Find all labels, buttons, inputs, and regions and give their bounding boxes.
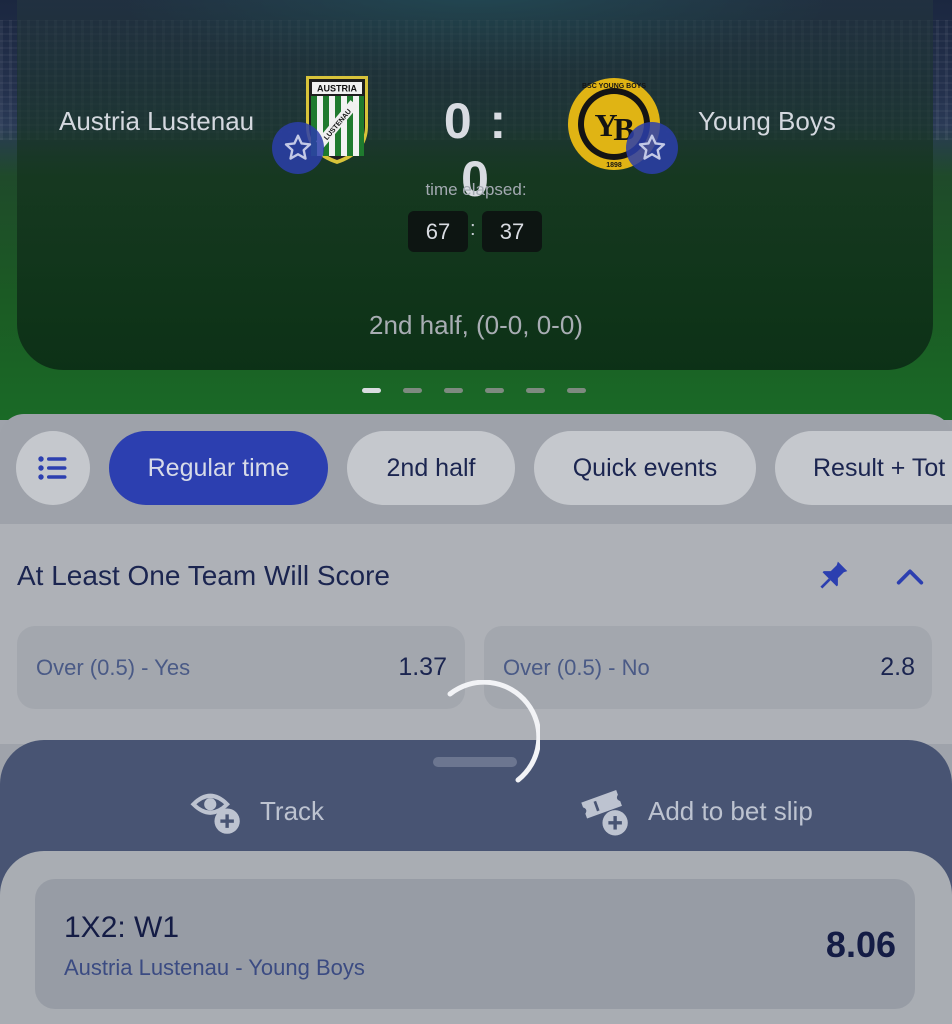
- tab-quick-events[interactable]: Quick events: [534, 431, 756, 505]
- tab-2nd-half[interactable]: 2nd half: [347, 431, 515, 505]
- favorite-home-button[interactable]: [272, 122, 324, 174]
- carousel-dot[interactable]: [567, 388, 586, 393]
- bet-match-name: Austria Lustenau - Young Boys: [64, 955, 365, 980]
- home-crest-text: AUSTRIA: [317, 84, 357, 94]
- bet-odd-value: 8.06: [825, 924, 896, 965]
- timer-separator: :: [470, 218, 476, 240]
- list-icon: [38, 456, 67, 480]
- favorite-away-button[interactable]: [626, 122, 678, 174]
- track-label: Track: [260, 795, 325, 826]
- market-title: At Least One Team Will Score: [17, 560, 390, 591]
- add-to-bet-slip-label: Add to bet slip: [648, 795, 813, 826]
- outcome-odd: 2.8: [880, 653, 915, 681]
- pin-icon[interactable]: [812, 557, 852, 597]
- outcome-label: Over (0.5) - Yes: [36, 655, 191, 680]
- carousel-dot[interactable]: [526, 388, 545, 393]
- star-icon: [284, 134, 312, 160]
- chevron-up-icon[interactable]: [893, 560, 927, 594]
- track-button[interactable]: Track: [190, 784, 324, 838]
- carousel-dot[interactable]: [362, 388, 381, 393]
- carousel-indicator: [362, 388, 586, 393]
- markets-menu-button[interactable]: [16, 431, 90, 505]
- carousel-dot[interactable]: [444, 388, 463, 393]
- spinner-icon: [447, 680, 540, 783]
- star-icon: [638, 134, 666, 160]
- carousel-dot[interactable]: [403, 388, 422, 393]
- away-crest-text: BSC YOUNG BOYS: [582, 83, 646, 90]
- outcome-label: Over (0.5) - No: [503, 655, 650, 680]
- ticket-plus-icon: [581, 789, 628, 836]
- tab-result-total[interactable]: Result + Tot: [775, 431, 952, 505]
- bet-market-title: 1X2: W1: [64, 911, 180, 944]
- add-to-bet-slip-button[interactable]: Add to bet slip: [578, 784, 813, 838]
- tab-regular-time[interactable]: Regular time: [109, 431, 328, 505]
- outcome-odd: 1.37: [398, 653, 447, 681]
- away-crest-year: 1898: [606, 162, 622, 169]
- time-elapsed-label: time elapsed:: [425, 180, 527, 199]
- timer-seconds: 37: [482, 211, 542, 252]
- timer-minutes: 67: [408, 211, 468, 252]
- carousel-dot[interactable]: [485, 388, 504, 393]
- match-period: 2nd half, (0-0, 0-0): [369, 310, 583, 340]
- eye-plus-icon: [190, 793, 240, 834]
- away-team-name: Young Boys: [698, 106, 836, 136]
- home-team-name: Austria Lustenau: [59, 106, 255, 136]
